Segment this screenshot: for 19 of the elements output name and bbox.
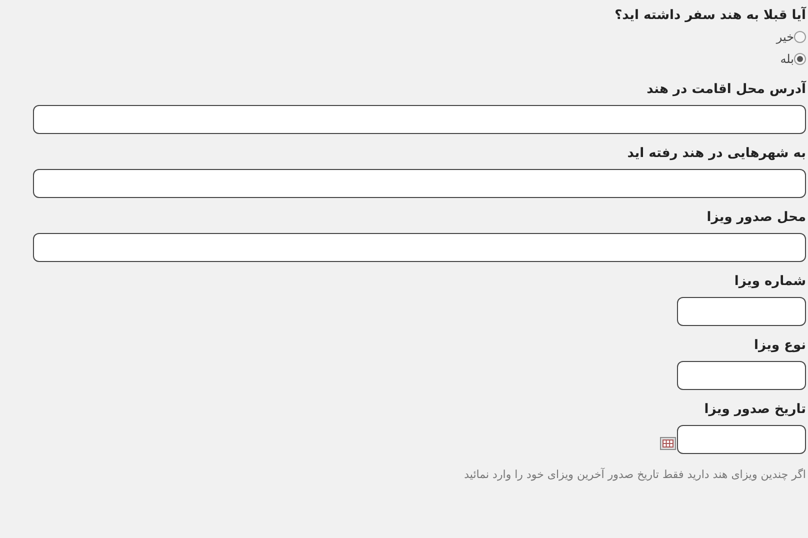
field-label: شماره ویزا — [734, 273, 806, 291]
calendar-icon[interactable] — [660, 437, 676, 450]
radio-button[interactable] — [794, 53, 806, 65]
radio-label: خیر — [776, 29, 794, 46]
input-field[interactable] — [677, 361, 806, 390]
field-label: نوع ویزا — [754, 337, 806, 355]
field-label: آدرس محل اقامت در هند — [646, 81, 806, 99]
radio-label: بله — [780, 51, 794, 68]
input-field[interactable] — [677, 297, 806, 326]
field-label: به شهرهایی در هند رفته اید — [627, 145, 806, 163]
date-field[interactable] — [677, 425, 806, 454]
field-label: محل صدور ویزا — [706, 209, 806, 227]
input-field[interactable] — [33, 105, 806, 134]
input-field[interactable] — [33, 169, 806, 198]
field-label: تاریخ صدور ویزا — [704, 401, 806, 419]
radio-button[interactable] — [794, 31, 806, 43]
hint-text: اگر چندین ویزای هند دارید فقط تاریخ صدور آخرین ویزای خود را وارد نمائید — [463, 467, 806, 483]
question-label: آیا قبلا به هند سفر داشته اید؟ — [614, 6, 806, 25]
input-field[interactable] — [33, 233, 806, 262]
